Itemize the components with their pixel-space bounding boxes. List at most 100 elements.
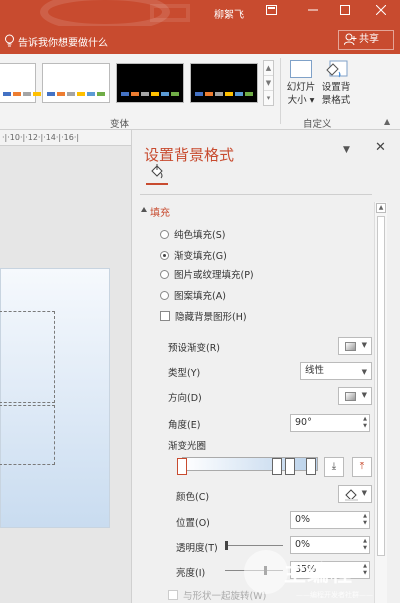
fill-section-title[interactable]: 填充 bbox=[150, 204, 170, 219]
scroll-thumb[interactable] bbox=[377, 216, 385, 556]
transparency-slider-knob[interactable] bbox=[225, 541, 228, 550]
gradient-stop-1[interactable] bbox=[177, 458, 187, 475]
radio-gradient[interactable] bbox=[160, 250, 169, 260]
share-button[interactable]: 共享 bbox=[338, 30, 394, 50]
gradient-stops-bar[interactable] bbox=[182, 457, 318, 471]
type-label: 类型(Y) bbox=[168, 368, 201, 379]
gradient-swatch-icon bbox=[345, 342, 356, 351]
variant-thumbnail-3[interactable] bbox=[116, 63, 184, 103]
variant-color-swatch bbox=[23, 92, 31, 96]
fill-bucket-icon[interactable] bbox=[150, 164, 164, 180]
format-background-icon bbox=[326, 60, 348, 78]
title-bar: 柳絮飞 bbox=[0, 0, 400, 32]
maximize-icon[interactable] bbox=[336, 4, 354, 22]
transparency-input[interactable]: 0% ▲ ▼ bbox=[290, 536, 370, 554]
lightbulb-icon bbox=[5, 34, 14, 47]
gradient-stop-3[interactable] bbox=[285, 458, 295, 475]
user-name[interactable]: 柳絮飞 bbox=[214, 6, 244, 21]
variant-color-swatch bbox=[215, 92, 223, 96]
type-value: 线性 bbox=[305, 365, 325, 376]
gradient-stop-2[interactable] bbox=[272, 458, 282, 475]
variant-color-swatch bbox=[57, 92, 65, 96]
slide-size-icon bbox=[290, 60, 312, 78]
transparency-slider-track[interactable] bbox=[225, 545, 283, 546]
brightness-label: 亮度(I) bbox=[176, 568, 206, 579]
collapse-ribbon-icon[interactable]: ▲ bbox=[384, 117, 390, 126]
position-input[interactable]: 0% ▲ ▼ bbox=[290, 511, 370, 529]
variant-color-swatch bbox=[77, 92, 85, 96]
fill-option-gradient[interactable]: 渐变填充(G) bbox=[160, 248, 227, 262]
variant-thumbnail-1[interactable] bbox=[0, 63, 61, 103]
angle-input[interactable]: 90° ▲ ▼ bbox=[290, 414, 370, 432]
close-window-icon[interactable] bbox=[372, 4, 390, 22]
variant-color-swatch bbox=[205, 92, 213, 96]
fill-option-pattern[interactable]: 图案填充(A) bbox=[160, 288, 226, 302]
fill-option-picture[interactable]: 图片或纹理填充(P) bbox=[160, 267, 254, 281]
customize-group-label: 自定义 bbox=[303, 119, 332, 130]
scroll-up-icon[interactable]: ▲ bbox=[376, 203, 386, 213]
variant-color-swatch bbox=[87, 92, 95, 96]
format-background-pane: 设置背景格式 ▼ ✕ ▲ 填充 纯色填充(S) 渐变填充(G) 图片或纹理填充(… bbox=[131, 130, 400, 603]
type-select[interactable]: 线性 ▼ bbox=[300, 362, 372, 380]
radio-solid[interactable] bbox=[160, 229, 169, 239]
preset-gradient-button[interactable]: ▼ bbox=[338, 337, 372, 355]
watermark-subtext: ——编程开发者社群—— bbox=[296, 591, 373, 599]
fill-option-solid[interactable]: 纯色填充(S) bbox=[160, 227, 225, 241]
collapse-section-icon[interactable] bbox=[141, 207, 147, 212]
watermark-text: 主编程 bbox=[284, 562, 354, 587]
ribbon-display-options-icon[interactable] bbox=[262, 4, 280, 22]
slide[interactable] bbox=[0, 268, 110, 528]
pane-title: 设置背景格式 bbox=[144, 146, 235, 164]
gallery-down-icon[interactable]: ▼ bbox=[264, 76, 273, 91]
variant-thumbnail-4[interactable] bbox=[190, 63, 258, 103]
spin-arrows-icon[interactable]: ▲ ▼ bbox=[363, 513, 367, 527]
format-background-button[interactable]: 设置背 景格式 bbox=[318, 58, 354, 114]
pane-options-icon[interactable]: ▼ bbox=[343, 145, 350, 155]
variant-color-swatch bbox=[151, 92, 159, 96]
spin-arrows-icon[interactable]: ▲ ▼ bbox=[363, 563, 367, 577]
fill-tab-underline bbox=[146, 183, 168, 185]
transparency-value: 0% bbox=[295, 539, 311, 550]
variant-color-swatch bbox=[161, 92, 169, 96]
radio-pattern[interactable] bbox=[160, 290, 169, 300]
gallery-up-icon[interactable]: ▲ bbox=[264, 61, 273, 76]
minimize-icon[interactable] bbox=[304, 4, 322, 22]
horizontal-ruler: ·|·10·|·12·|·14·|·16·| bbox=[0, 130, 131, 146]
close-pane-icon[interactable]: ✕ bbox=[375, 140, 386, 155]
paint-bucket-icon bbox=[345, 489, 358, 501]
fill-option-label: 纯色填充(S) bbox=[174, 230, 226, 241]
gallery-more-icon[interactable]: ▾ bbox=[264, 91, 273, 106]
radio-picture[interactable] bbox=[160, 269, 169, 279]
dropdown-arrow-icon: ▼ bbox=[361, 368, 367, 376]
direction-swatch-icon bbox=[345, 392, 356, 401]
color-picker-button[interactable]: ▼ bbox=[338, 485, 372, 503]
hide-bg-graphics-row[interactable]: 隐藏背景图形(H) bbox=[160, 309, 247, 323]
pane-scrollbar[interactable]: ▲ bbox=[374, 202, 387, 603]
rotate-with-shape-row[interactable]: 与形状一起旋转(W) bbox=[168, 588, 266, 602]
spin-arrows-icon[interactable]: ▲ ▼ bbox=[363, 538, 367, 552]
variant-thumbnail-2[interactable] bbox=[42, 63, 110, 103]
fill-option-label: 渐变填充(G) bbox=[174, 251, 227, 262]
add-gradient-stop-icon[interactable]: ⤓ bbox=[324, 457, 344, 477]
remove-gradient-stop-icon[interactable]: ⤒ bbox=[352, 457, 372, 477]
person-icon bbox=[344, 33, 357, 46]
spin-arrows-icon[interactable]: ▲ ▼ bbox=[363, 416, 367, 430]
watermark-logo bbox=[244, 550, 288, 594]
title-placeholder[interactable] bbox=[0, 311, 55, 403]
tell-me-input[interactable]: 告诉我你想要做什么 bbox=[18, 34, 108, 49]
slide-size-label-1: 幻灯片 bbox=[286, 82, 316, 93]
slide-size-button[interactable]: 幻灯片 大小 ▾ bbox=[284, 58, 318, 114]
angle-label: 角度(E) bbox=[168, 420, 201, 431]
position-value: 0% bbox=[295, 514, 311, 525]
color-label: 颜色(C) bbox=[176, 492, 210, 503]
rotate-with-shape-checkbox[interactable] bbox=[168, 590, 178, 600]
hide-bg-graphics-checkbox[interactable] bbox=[160, 311, 170, 321]
gradient-stop-4[interactable] bbox=[306, 458, 316, 475]
subtitle-placeholder[interactable] bbox=[0, 405, 55, 465]
variant-gallery-scroll[interactable]: ▲ ▼ ▾ bbox=[263, 60, 274, 106]
variant-color-swatch bbox=[235, 92, 243, 96]
direction-button[interactable]: ▼ bbox=[338, 387, 372, 405]
variant-color-swatch bbox=[47, 92, 55, 96]
variant-color-swatch bbox=[141, 92, 149, 96]
variant-color-swatch bbox=[225, 92, 233, 96]
